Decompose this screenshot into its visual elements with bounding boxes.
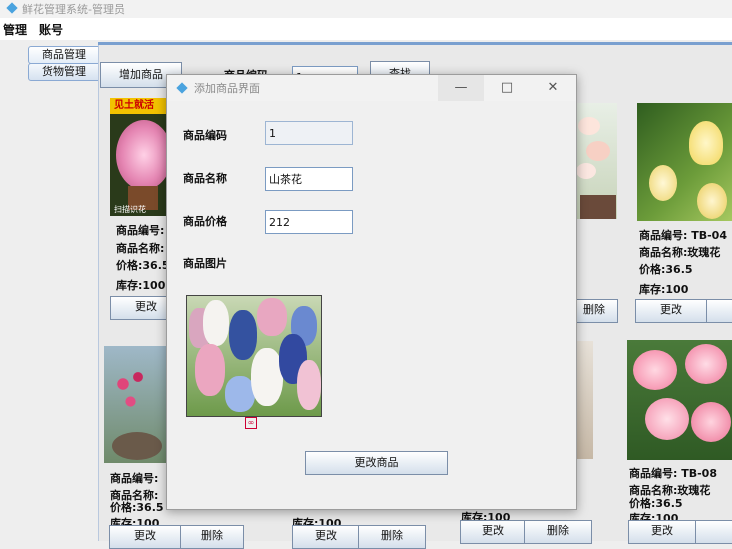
tab-goods-management[interactable]: 货物管理 (28, 63, 100, 81)
card-1-code: 商品编号: (116, 224, 165, 237)
minimize-button[interactable]: — (438, 75, 484, 101)
card-7-update-button[interactable]: 更改 (628, 520, 696, 544)
dialog-image-label: 商品图片 (183, 257, 227, 270)
product-image-4 (104, 346, 166, 463)
dialog-name-input[interactable]: 山茶花 (265, 167, 353, 191)
product-subtext: 扫描识花 (114, 205, 146, 214)
card-3-update-button[interactable]: 更改 (635, 299, 707, 323)
card-7-price: 价格:36.5 (629, 497, 683, 510)
product-image-preview[interactable] (186, 295, 322, 417)
card-1-price: 价格:36.5 (116, 259, 170, 272)
menu-account[interactable]: 账号 (39, 21, 63, 38)
card-3-delete-button[interactable] (706, 299, 732, 323)
card-3-code: 商品编号: TB-04 (639, 229, 727, 242)
title-bar: 鲜花管理系统-管理员 (0, 0, 732, 18)
card-3-name: 商品名称:玫瑰花 (639, 246, 721, 259)
card-1-name: 商品名称: (116, 242, 165, 255)
dialog-icon (176, 82, 188, 94)
product-banner: 见土就活 (110, 98, 174, 114)
app-icon (6, 2, 18, 14)
card-3-price: 价格:36.5 (639, 263, 693, 276)
tab-product-management[interactable]: 商品管理 (28, 46, 100, 64)
dialog-price-label: 商品价格 (183, 215, 227, 228)
window-title: 鲜花管理系统-管理员 (22, 3, 125, 16)
menu-bar: 管理 账号 (0, 18, 732, 40)
card-6-update-button[interactable]: 更改 (460, 520, 526, 544)
maximize-icon: □ (500, 80, 514, 95)
dialog-title-bar: 添加商品界面 — □ ✕ (167, 75, 576, 101)
card-3-stock: 库存:100 (639, 283, 689, 296)
maximize-button[interactable]: □ (484, 75, 530, 101)
card-1-stock: 库存:100 (116, 279, 166, 292)
menu-manage[interactable]: 管理 (3, 21, 27, 38)
close-icon: ✕ (547, 80, 559, 95)
dialog-price-input[interactable]: 212 (265, 210, 353, 234)
close-button[interactable]: ✕ (530, 75, 576, 101)
dialog-title: 添加商品界面 (194, 82, 260, 95)
card-6-delete-button[interactable]: 删除 (524, 520, 592, 544)
product-image-6 (627, 340, 732, 460)
remove-image-icon[interactable]: ∞ (245, 417, 257, 429)
add-product-dialog: 添加商品界面 — □ ✕ 商品编码 1 商品名称 山茶花 商品价格 212 商品… (166, 74, 577, 510)
dialog-code-label: 商品编码 (183, 129, 227, 142)
card-7-delete-button[interactable] (695, 520, 732, 544)
minimize-icon: — (454, 80, 468, 95)
card-2-delete-button[interactable]: 删除 (570, 299, 618, 323)
card-4-delete-button[interactable]: 删除 (180, 525, 244, 549)
product-image-5 (576, 341, 593, 459)
product-image-3 (637, 103, 732, 221)
product-image-1: 见土就活 扫描识花 (110, 98, 174, 216)
dialog-code-input[interactable]: 1 (265, 121, 353, 145)
dialog-name-label: 商品名称 (183, 172, 227, 185)
card-4-price: 价格:36.5 (110, 501, 164, 514)
card-5-delete-button[interactable]: 删除 (358, 525, 426, 549)
product-image-2 (576, 103, 617, 219)
card-7-code: 商品编号: TB-08 (629, 467, 717, 480)
card-4-code: 商品编号: (110, 472, 159, 485)
card-5-update-button[interactable]: 更改 (292, 525, 360, 549)
update-product-button[interactable]: 更改商品 (305, 451, 448, 475)
card-4-update-button[interactable]: 更改 (109, 525, 181, 549)
